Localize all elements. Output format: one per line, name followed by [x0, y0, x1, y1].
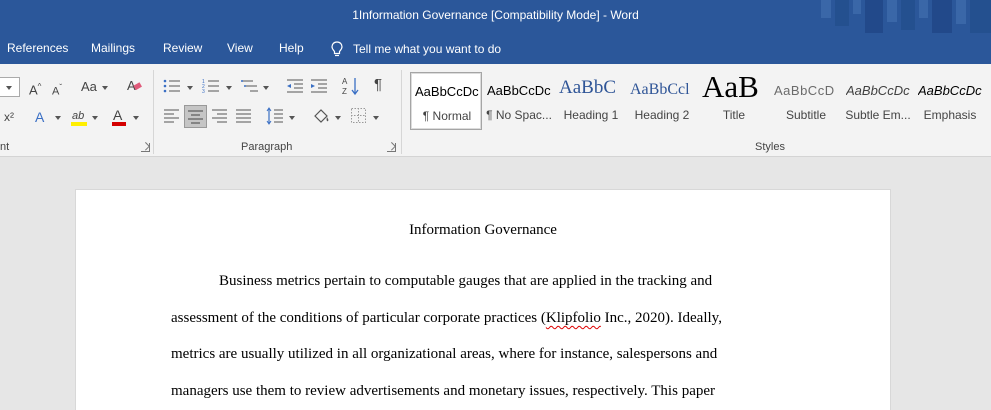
align-center-button[interactable]: [184, 105, 207, 128]
font-dialog-launcher[interactable]: [141, 143, 150, 152]
style-name: Subtle Em...: [845, 108, 911, 122]
style-name: Title: [722, 108, 746, 122]
style-subtle-emphasis[interactable]: AaBbCcDc Subtle Em...: [842, 72, 914, 130]
style-sample: AaBbCcDc: [415, 84, 479, 99]
shrink-font-icon[interactable]: Aˇ: [52, 80, 62, 100]
document-page[interactable]: Information Governance Business metrics …: [76, 190, 890, 410]
title-bar-decoration: [821, 0, 991, 33]
svg-text:Z: Z: [342, 87, 347, 96]
chevron-down-icon: [226, 86, 232, 90]
style-sample: AaBbCcDc: [918, 83, 982, 98]
ribbon-tabs: References Mailings Review View Help Tel…: [0, 33, 991, 64]
style-name: ¶ No Spac...: [486, 108, 552, 122]
chevron-down-icon: [187, 86, 193, 90]
style-sample: AaBbCcDc: [846, 83, 910, 98]
tab-mailings[interactable]: Mailings: [91, 41, 135, 55]
lightbulb-icon: [331, 41, 343, 57]
style-normal[interactable]: AaBbCcDc ¶ Normal: [410, 72, 482, 130]
chevron-down-icon: [102, 86, 108, 90]
styles-group-label: Styles: [755, 141, 785, 153]
chevron-down-icon: [55, 116, 61, 120]
spelling-error-word: Klipfolio: [545, 310, 601, 326]
align-right-icon[interactable]: [212, 109, 228, 123]
justify-icon[interactable]: [236, 109, 252, 123]
document-title: Information Governance: [409, 222, 557, 238]
tab-references[interactable]: References: [7, 41, 68, 55]
sort-icon[interactable]: A Z: [342, 76, 360, 96]
group-separator: [401, 70, 402, 154]
tab-view[interactable]: View: [227, 41, 253, 55]
svg-text:ab: ab: [72, 110, 84, 122]
increase-indent-icon[interactable]: [310, 78, 328, 94]
font-size-dropdown[interactable]: [0, 77, 20, 97]
tab-review[interactable]: Review: [163, 41, 202, 55]
style-title[interactable]: AaB Title: [698, 70, 770, 130]
svg-text:3: 3: [202, 89, 205, 94]
style-sample: AaB: [702, 70, 759, 104]
style-emphasis[interactable]: AaBbCcDc Emphasis: [914, 72, 986, 130]
style-name: ¶ Normal: [422, 109, 472, 123]
numbering-icon[interactable]: 123: [202, 78, 220, 94]
align-left-icon[interactable]: [164, 109, 180, 123]
chevron-down-icon: [6, 86, 12, 90]
font-color-icon[interactable]: A: [111, 107, 127, 127]
style-subtitle[interactable]: AaBbCcD Subtitle: [770, 72, 842, 130]
style-heading-2[interactable]: AaBbCcl Heading 2: [626, 72, 698, 130]
style-sample: AaBbC: [559, 79, 616, 97]
chevron-down-icon: [335, 116, 341, 120]
svg-text:A: A: [342, 77, 348, 86]
change-case-icon[interactable]: Aa: [81, 79, 97, 95]
chevron-down-icon: [289, 116, 295, 120]
paragraph-line: managers use them to review advertisemen…: [171, 383, 715, 399]
paragraph-line: Business metrics pertain to computable g…: [219, 273, 713, 289]
title-bar: 1Information Governance [Compatibility M…: [0, 0, 991, 33]
bullets-icon[interactable]: [163, 78, 181, 94]
align-center-icon: [188, 110, 203, 124]
style-name: Heading 1: [563, 108, 619, 122]
text-effects-icon[interactable]: A: [35, 109, 44, 125]
chevron-down-icon: [133, 116, 139, 120]
style-sample: AaBbCcDc: [487, 83, 551, 98]
paragraph-group-label: Paragraph: [241, 141, 293, 153]
line-spacing-icon[interactable]: [266, 107, 284, 125]
tell-me-label: Tell me what you want to do: [353, 42, 502, 56]
tell-me-search[interactable]: Tell me what you want to do: [331, 40, 501, 58]
text-run: assessment of the conditions of particul…: [171, 310, 546, 326]
style-no-spacing[interactable]: AaBbCcDc ¶ No Spac...: [483, 72, 555, 130]
svg-text:A: A: [113, 107, 123, 123]
text-run: Inc., 2020). Ideally,: [600, 310, 722, 326]
shading-icon[interactable]: [312, 107, 330, 125]
tab-help[interactable]: Help: [279, 41, 304, 55]
paragraph-dialog-launcher[interactable]: [387, 143, 396, 152]
style-sample: AaBbCcl: [630, 81, 690, 98]
clear-formatting-icon[interactable]: A: [126, 77, 142, 93]
paragraph-line: metrics are usually utilized in all orga…: [171, 346, 718, 362]
ribbon: A^ Aˇ Aa A x² A ab A nt 123 A Z ¶ Paragr…: [0, 64, 991, 157]
style-heading-1[interactable]: AaBbC Heading 1: [555, 72, 627, 130]
chevron-down-icon: [263, 86, 269, 90]
grow-font-icon[interactable]: A^: [29, 79, 41, 98]
style-sample: AaBbCcD: [774, 83, 835, 98]
style-name: Emphasis: [923, 108, 977, 122]
style-name: Heading 2: [634, 108, 690, 122]
chevron-down-icon: [92, 116, 98, 120]
highlight-icon[interactable]: ab: [70, 107, 88, 127]
font-group-label: nt: [0, 141, 10, 153]
superscript-icon[interactable]: x²: [4, 109, 14, 125]
style-name: Subtitle: [785, 108, 827, 122]
borders-icon[interactable]: [351, 108, 366, 123]
chevron-down-icon: [373, 116, 379, 120]
multilevel-list-icon[interactable]: [241, 78, 259, 94]
paragraph-line: assessment of the conditions of particul…: [171, 310, 722, 327]
show-formatting-marks-icon[interactable]: ¶: [374, 77, 382, 93]
group-separator: [153, 70, 154, 154]
decrease-indent-icon[interactable]: [286, 78, 304, 94]
